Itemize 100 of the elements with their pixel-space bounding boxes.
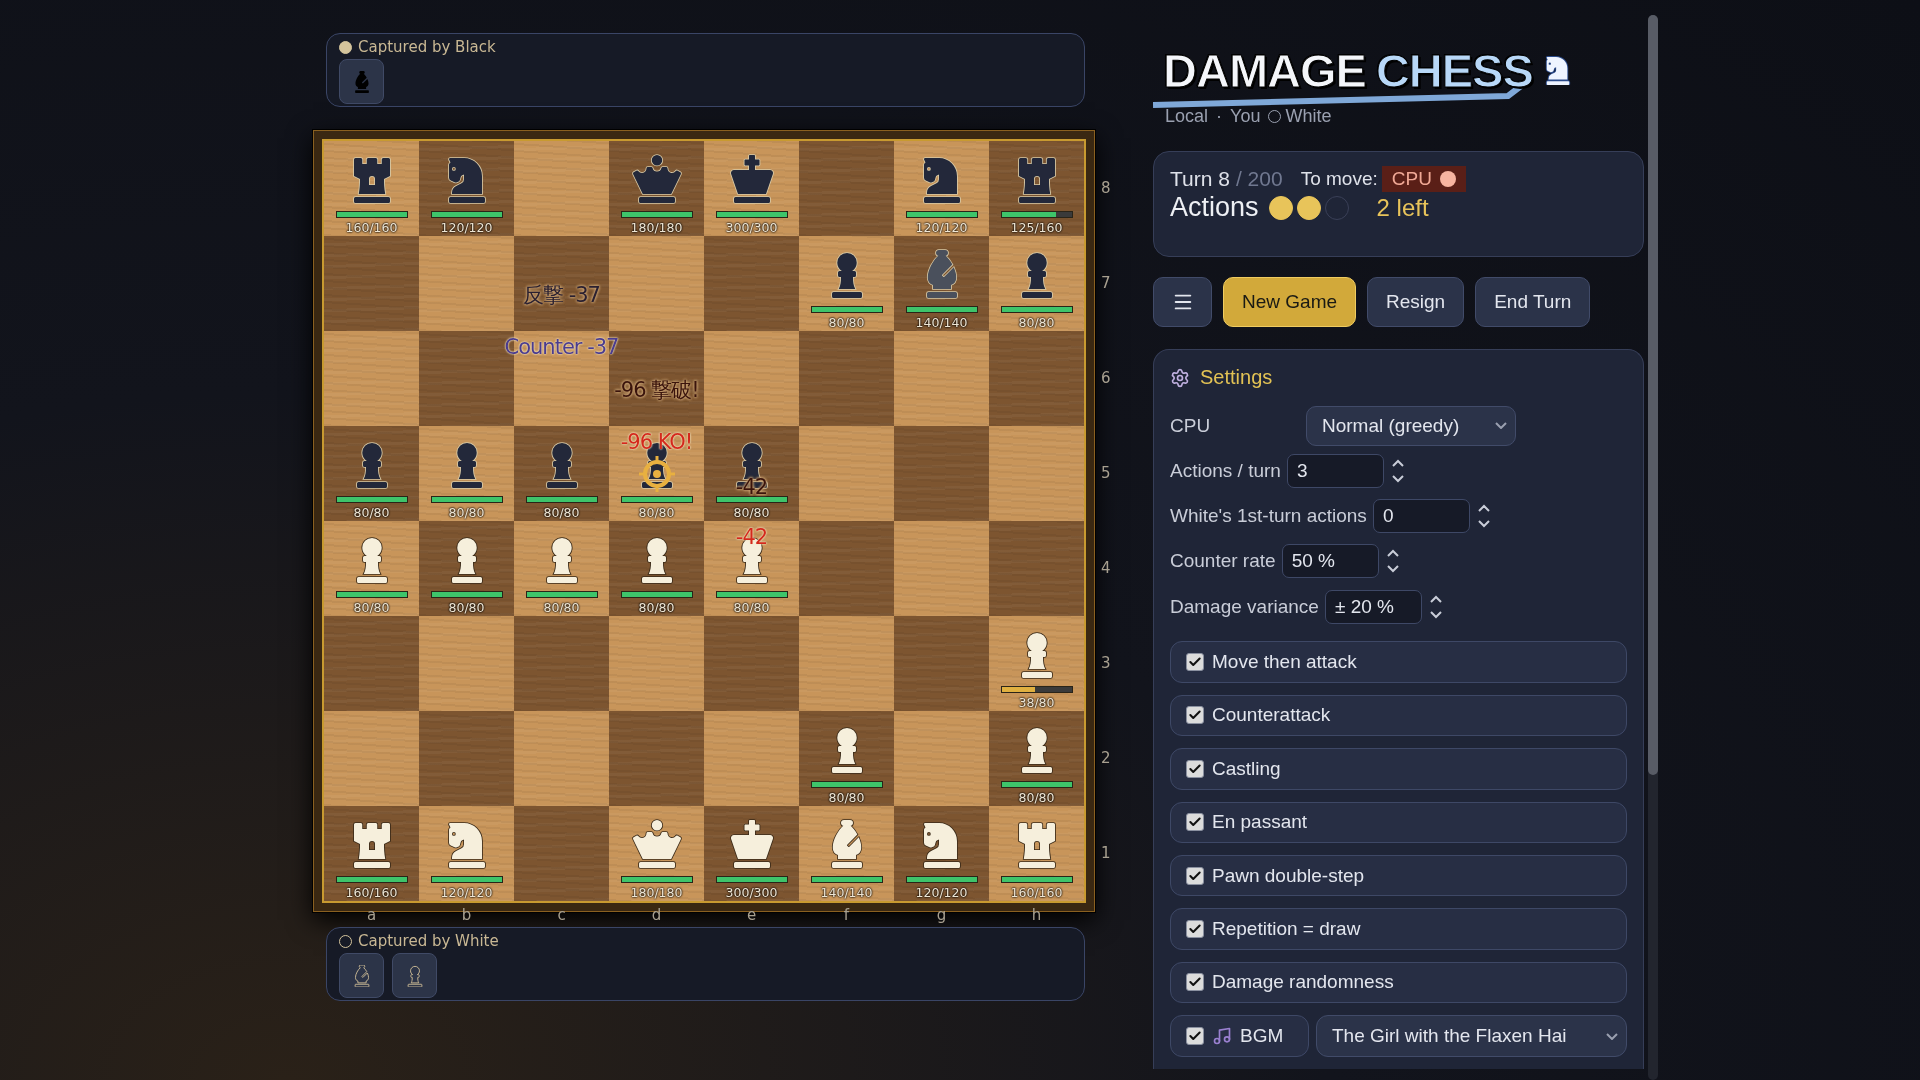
logo-text: CHESS [1375, 42, 1533, 98]
hp-text: 80/80 [543, 600, 580, 615]
file-label: e [746, 906, 757, 925]
hp-text: 120/120 [915, 220, 968, 235]
hp-text: 300/300 [725, 885, 778, 900]
checkbox[interactable] [1186, 866, 1204, 885]
turn-limit-text: / 200 [1235, 167, 1283, 191]
board-square[interactable]: 80/80 [989, 711, 1084, 806]
field-label: CPU [1170, 414, 1212, 437]
hp-text: 80/80 [353, 600, 390, 615]
board-square[interactable]: 80/80 [324, 426, 419, 521]
cpu-select[interactable]: Normal (greedy) [1306, 405, 1516, 446]
checkbox[interactable] [1186, 813, 1204, 832]
hp-text: 80/80 [353, 505, 390, 520]
rank-label: 6 [1101, 368, 1111, 387]
file-label: b [461, 906, 472, 925]
board-square[interactable]: 180/180 [609, 141, 704, 236]
board-square[interactable]: 80/80 [514, 426, 609, 521]
check-icon [1188, 921, 1202, 936]
hp-text: 80/80 [828, 790, 865, 805]
king-icon [727, 155, 776, 203]
to-move-badge: CPU [1381, 166, 1466, 192]
hp-text: 140/140 [915, 315, 968, 330]
settings-icon [1170, 367, 1190, 388]
check-icon [1188, 761, 1202, 776]
number-field[interactable]: 50 % [1281, 544, 1379, 579]
number-field[interactable]: ± 20 % [1324, 589, 1422, 624]
file-label: d [651, 906, 662, 925]
hp-text: 38/80 [1018, 695, 1055, 710]
hp-text: 180/180 [630, 885, 683, 900]
bgm-label: BGM [1240, 1025, 1284, 1048]
option-toggle[interactable]: Damage randomness [1170, 961, 1627, 1004]
chevron-down-icon [1606, 1032, 1618, 1040]
option-toggle[interactable]: Pawn double-step [1170, 854, 1627, 897]
hp-text: 80/80 [828, 315, 865, 330]
hp-text: 80/80 [1018, 315, 1055, 330]
queen-icon [632, 155, 681, 203]
board-square[interactable]: 120/120 [894, 806, 989, 901]
option-label: En passant [1212, 811, 1308, 834]
hp-text: 80/80 [638, 600, 675, 615]
music-note-icon [1212, 1026, 1232, 1047]
file-label: a [366, 906, 377, 925]
hp-text: 80/80 [638, 505, 675, 520]
bgm-toggle[interactable]: BGM [1170, 1015, 1309, 1058]
hp-text: 300/300 [725, 220, 778, 235]
toolbar-button[interactable]: Resign [1367, 277, 1465, 327]
checkbox[interactable] [1186, 973, 1204, 992]
board-square[interactable]: 80/80 [419, 521, 514, 616]
option-label: Move then attack [1212, 651, 1357, 674]
captured-label: Captured by Black [358, 38, 496, 56]
board-square[interactable]: 140/140 [894, 236, 989, 331]
hp-text: 160/160 [1010, 885, 1063, 900]
damage-popup-text: 反撃 -37 [523, 282, 600, 309]
select-value: Normal (greedy) [1322, 414, 1460, 437]
board-square[interactable]: 120/120 [419, 141, 514, 236]
option-toggle[interactable]: En passant [1170, 801, 1627, 843]
rank-label: 5 [1101, 463, 1111, 482]
toolbar-button[interactable]: End Turn [1475, 277, 1591, 327]
option-toggle[interactable]: Repetition = draw [1170, 908, 1627, 950]
checkbox[interactable] [1186, 759, 1204, 778]
checkbox[interactable] [1186, 919, 1204, 938]
board-square[interactable]: 80/80 [609, 521, 704, 616]
hp-text: 80/80 [448, 505, 485, 520]
checkbox[interactable] [1186, 1027, 1204, 1046]
file-label: c [557, 906, 566, 925]
board-square[interactable] [514, 236, 609, 331]
spinner-icon[interactable] [1384, 548, 1401, 575]
checkbox[interactable] [1186, 653, 1204, 672]
hp-text: 160/160 [345, 885, 398, 900]
number-field[interactable]: 3 [1286, 453, 1384, 488]
captured-label: Captured by White [358, 932, 499, 950]
mode-text: Local [1165, 106, 1209, 127]
spinner-icon[interactable] [1389, 457, 1406, 484]
board-square[interactable]: 300/300 [704, 806, 799, 901]
board-square[interactable]: 125/160 [989, 141, 1084, 236]
hp-text: 125/160 [1010, 220, 1063, 235]
hp-text: 80/80 [733, 600, 770, 615]
file-label: f [843, 906, 850, 925]
board-square[interactable]: 160/160 [324, 806, 419, 901]
board-square[interactable]: 80/80 [799, 711, 894, 806]
hp-text: 80/80 [1018, 790, 1055, 805]
option-toggle[interactable]: Move then attack [1170, 641, 1627, 683]
number-field[interactable]: 0 [1372, 499, 1470, 534]
menu-button[interactable] [1153, 277, 1212, 327]
rank-label: 7 [1101, 273, 1111, 292]
queen-icon [632, 820, 681, 868]
option-toggle[interactable]: Counterattack [1170, 694, 1627, 737]
scrollbar[interactable] [1648, 15, 1658, 1080]
player-text: You [1230, 106, 1261, 127]
option-toggle[interactable]: Castling [1170, 748, 1627, 790]
rank-label: 4 [1101, 558, 1111, 577]
damage-popup-text: -96 KO! [620, 430, 693, 454]
hp-text: 160/160 [345, 220, 398, 235]
toolbar-button[interactable]: New Game [1223, 277, 1357, 327]
spinner-icon[interactable] [1427, 593, 1444, 620]
track-select[interactable]: The Girl with the Flaxen Hai [1316, 1015, 1627, 1058]
spinner-icon[interactable] [1475, 503, 1492, 530]
check-icon [1188, 868, 1202, 883]
checkbox[interactable] [1186, 706, 1204, 725]
logo-text: DAMAGE [1163, 42, 1366, 98]
